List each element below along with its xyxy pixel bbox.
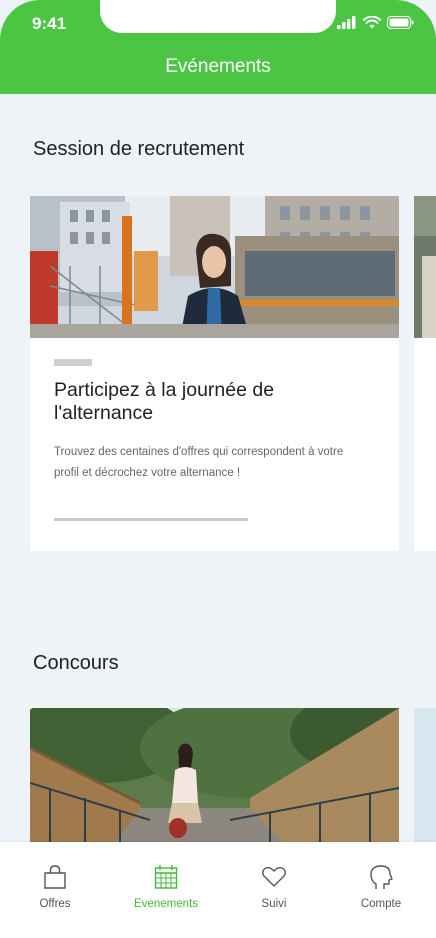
app-header: 9:41 Evénements — [0, 0, 436, 94]
card-progress-line — [54, 518, 248, 521]
nav-label: Suivi — [261, 898, 287, 910]
nav-compte[interactable]: Compte — [336, 864, 426, 910]
status-icons — [337, 16, 414, 29]
contest-card[interactable] — [30, 708, 399, 842]
page-title: Evénements — [165, 56, 271, 77]
event-card[interactable]: Participez à la journée de l'alternance … — [30, 196, 399, 551]
nav-label: Compte — [360, 898, 402, 910]
nav-label: Offres — [39, 898, 71, 910]
card-image — [30, 708, 399, 842]
bottom-nav: Offres Evenements Suivi Compte — [0, 842, 436, 938]
user-head-icon — [370, 865, 393, 889]
card-image — [414, 196, 436, 338]
section-title-recrutement: Session de recrutement — [33, 138, 245, 160]
nav-suivi[interactable]: Suivi — [229, 864, 319, 910]
card-description: Trouvez des centaines d'offres qui corre… — [54, 446, 344, 479]
card-tag — [54, 359, 92, 366]
status-time: 9:41 — [32, 14, 67, 33]
device-notch — [100, 0, 336, 33]
nav-evenements[interactable]: Evenements — [121, 864, 211, 910]
next-event-card-peek[interactable] — [414, 196, 436, 551]
card-image — [414, 708, 436, 842]
signal-icon — [337, 16, 356, 29]
battery-icon — [387, 16, 414, 29]
nav-label: Evenements — [134, 898, 198, 910]
shopping-bag-icon — [44, 865, 66, 889]
nav-offres[interactable]: Offres — [10, 864, 100, 910]
card-title: Participez à la journée de l'alternance — [54, 379, 275, 424]
next-contest-card-peek[interactable] — [414, 708, 436, 842]
heart-icon — [262, 866, 286, 887]
calendar-icon — [154, 865, 178, 889]
card-image — [30, 196, 399, 338]
section-title-concours: Concours — [33, 652, 119, 674]
wifi-icon — [363, 16, 381, 29]
